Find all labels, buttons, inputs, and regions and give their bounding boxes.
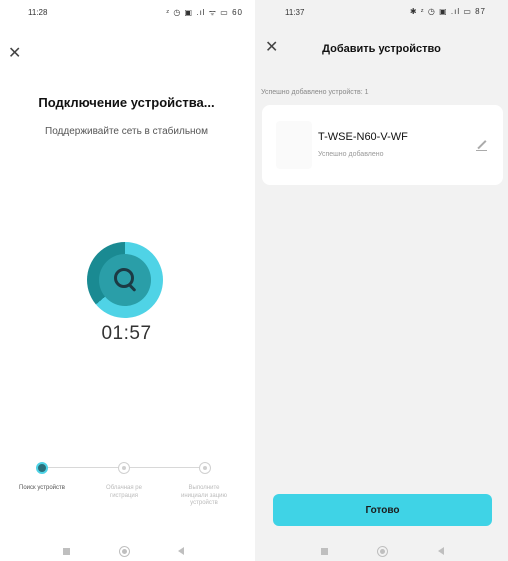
status-bar: 11:28 ᶻ ◷ ▣ .ıl ᯤ ▭ 60 (0, 0, 253, 22)
nav-back-icon[interactable] (178, 547, 184, 555)
step-label-search: Поиск устройств (19, 485, 65, 491)
nav-home-icon[interactable] (377, 546, 388, 557)
added-count-text: Успешно добавлено устройств: 1 (261, 89, 369, 96)
device-card[interactable]: T-WSE-N60-V-WF Успешно добавлено (262, 105, 503, 185)
step-indicator-search (36, 462, 48, 474)
step-indicator-cloud (118, 462, 130, 474)
edit-icon[interactable] (476, 139, 487, 151)
device-thumbnail (276, 121, 312, 169)
close-icon[interactable]: ✕ (8, 46, 21, 62)
done-button[interactable]: Готово (273, 494, 492, 526)
nav-back-icon[interactable] (438, 547, 444, 555)
connecting-screen: 11:28 ᶻ ◷ ▣ .ıl ᯤ ▭ 60 ✕ Подключение уст… (0, 0, 253, 561)
step-label-cloud: Облачная ре гистрация (106, 485, 142, 499)
nav-home-icon[interactable] (119, 546, 130, 557)
status-icons: ᶻ ◷ ▣ .ıl ᯤ ▭ 60 (166, 8, 243, 17)
page-title: Подключение устройства... (38, 95, 215, 110)
nav-recents-icon[interactable] (63, 548, 70, 555)
page-subtitle: Поддерживайте сеть в стабильном (45, 126, 208, 137)
page-title: Добавить устройство (322, 43, 441, 55)
status-icons: ✱ ᶻ ◷ ▣ .ıl ▭ 87 (409, 7, 486, 16)
status-time: 11:28 (28, 8, 48, 17)
search-badge (99, 254, 151, 306)
status-time: 11:37 (285, 8, 305, 17)
nav-bar (255, 545, 508, 561)
step-label-init: Выполните инициали зацию устройств (180, 485, 228, 506)
device-name: T-WSE-N60-V-WF (318, 131, 408, 143)
countdown-timer: 01:57 (101, 323, 152, 344)
nav-recents-icon[interactable] (321, 548, 328, 555)
nav-bar (0, 545, 253, 561)
status-bar: 11:37 ✱ ᶻ ◷ ▣ .ıl ▭ 87 (255, 0, 508, 22)
add-device-screen: 11:37 ✱ ᶻ ◷ ▣ .ıl ▭ 87 ✕ Добавить устрой… (255, 0, 508, 561)
device-status: Успешно добавлено (318, 151, 384, 158)
search-icon (114, 268, 134, 288)
search-progress-ring (87, 242, 163, 318)
step-indicator-init (199, 462, 211, 474)
